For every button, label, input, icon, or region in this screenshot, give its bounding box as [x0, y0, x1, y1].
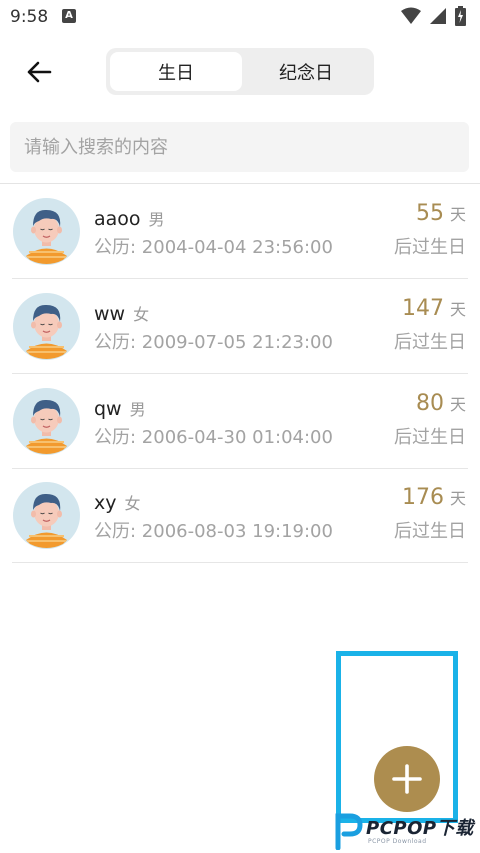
birth-date: 公历: 2004-04-04 23:56:00 [94, 237, 333, 258]
search-input[interactable] [10, 122, 469, 172]
status-bar: 9:58 A [0, 0, 480, 34]
days-count: 55 [415, 201, 444, 226]
birth-date: 公历: 2006-04-30 01:04:00 [94, 427, 333, 448]
name-row: xy 女 [94, 490, 141, 514]
tab-anniversary[interactable]: 纪念日 [240, 52, 372, 91]
gender-label: 女 [124, 494, 141, 513]
tab-switcher: 生日 纪念日 [106, 48, 374, 95]
days-unit: 天 [449, 300, 466, 319]
list-item[interactable]: ww 女 公历: 2009-07-05 21:23:00 147 天 后过生日 [0, 279, 480, 374]
days-row: 80 天 [416, 391, 466, 416]
pcpop-logo-icon [335, 813, 363, 850]
gender-label: 女 [133, 305, 150, 324]
avatar [13, 482, 80, 549]
days-unit: 天 [449, 205, 466, 224]
arrow-left-icon [27, 61, 52, 83]
days-unit: 天 [449, 489, 466, 508]
gender-label: 男 [129, 400, 146, 419]
days-count: 176 [401, 485, 444, 510]
birth-date: 公历: 2009-07-05 21:23:00 [94, 332, 333, 353]
list-item[interactable]: qw 男 公历: 2006-04-30 01:04:00 80 天 后过生日 [0, 374, 480, 469]
wifi-icon [401, 7, 421, 24]
days-count: 80 [415, 391, 444, 416]
plus-icon [392, 764, 422, 794]
days-row: 55 天 [416, 201, 466, 226]
days-unit: 天 [449, 395, 466, 414]
name-row: aaoo 男 [94, 206, 165, 230]
watermark-subtext: PCPOP Download [368, 838, 427, 845]
gender-label: 男 [148, 210, 165, 229]
status-icons [401, 6, 466, 26]
days-row: 147 天 [402, 296, 466, 321]
notification-icon: A [62, 9, 76, 23]
divider [12, 562, 468, 563]
watermark-text: PCPOP下载 [366, 818, 474, 839]
back-button[interactable] [22, 55, 56, 89]
countdown-label: 后过生日 [394, 521, 466, 542]
person-name: ww [94, 303, 126, 325]
avatar [13, 388, 80, 455]
list-item[interactable]: xy 女 公历: 2006-08-03 19:19:00 176 天 后过生日 [0, 468, 480, 563]
days-row: 176 天 [402, 485, 466, 510]
add-button[interactable] [374, 746, 440, 812]
status-time: 9:58 [10, 7, 49, 27]
days-count: 147 [401, 296, 444, 321]
watermark: PCPOP下载 PCPOP Download [332, 806, 480, 853]
person-name: aaoo [94, 208, 141, 230]
person-name: xy [94, 492, 117, 514]
person-name: qw [94, 398, 122, 420]
list-item[interactable]: aaoo 男 公历: 2004-04-04 23:56:00 55 天 后过生日 [0, 184, 480, 279]
countdown-label: 后过生日 [394, 332, 466, 353]
name-row: qw 男 [94, 396, 146, 420]
avatar [13, 198, 80, 265]
name-row: ww 女 [94, 301, 149, 325]
tab-birthday[interactable]: 生日 [110, 52, 242, 91]
signal-icon [430, 8, 446, 24]
countdown-label: 后过生日 [394, 427, 466, 448]
countdown-label: 后过生日 [394, 237, 466, 258]
birth-date: 公历: 2006-08-03 19:19:00 [94, 521, 333, 542]
battery-icon [455, 6, 466, 26]
avatar [13, 293, 80, 360]
